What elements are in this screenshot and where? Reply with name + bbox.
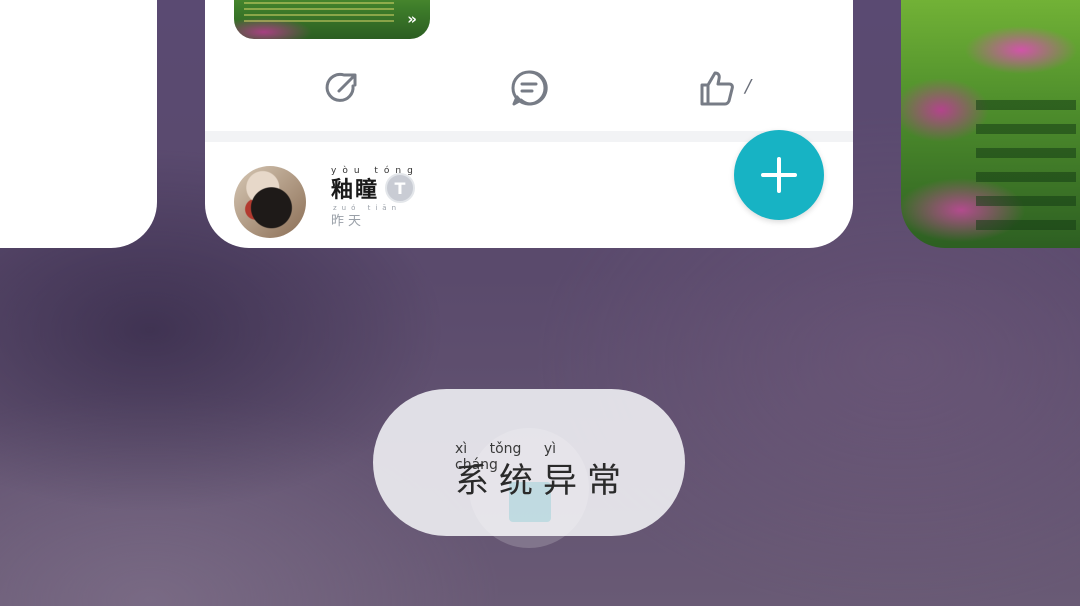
share-icon bbox=[325, 72, 357, 102]
username[interactable]: 釉瞳 bbox=[331, 172, 379, 204]
post-image-thumbnail[interactable]: » bbox=[234, 0, 430, 39]
thumbs-up-icon bbox=[700, 71, 734, 106]
skip-forward-icon[interactable]: » bbox=[407, 10, 417, 28]
thumbnail-caption-text bbox=[244, 2, 394, 22]
comment-button[interactable] bbox=[507, 66, 551, 110]
card-right-text-overlay bbox=[976, 100, 1076, 240]
recent-app-card-right[interactable] bbox=[901, 0, 1080, 248]
toast-message: 系统异常 bbox=[455, 461, 631, 501]
recent-app-card-left[interactable] bbox=[0, 0, 157, 248]
avatar[interactable] bbox=[234, 166, 306, 238]
plus-icon bbox=[761, 157, 797, 193]
level-badge: T bbox=[385, 173, 415, 203]
comment-icon bbox=[511, 70, 548, 106]
post-action-row: / bbox=[205, 60, 853, 116]
like-count: / bbox=[745, 76, 752, 97]
add-post-button[interactable] bbox=[734, 130, 824, 220]
post-time: 昨天 bbox=[331, 214, 366, 229]
share-button[interactable] bbox=[320, 66, 364, 110]
like-button[interactable] bbox=[694, 66, 738, 110]
